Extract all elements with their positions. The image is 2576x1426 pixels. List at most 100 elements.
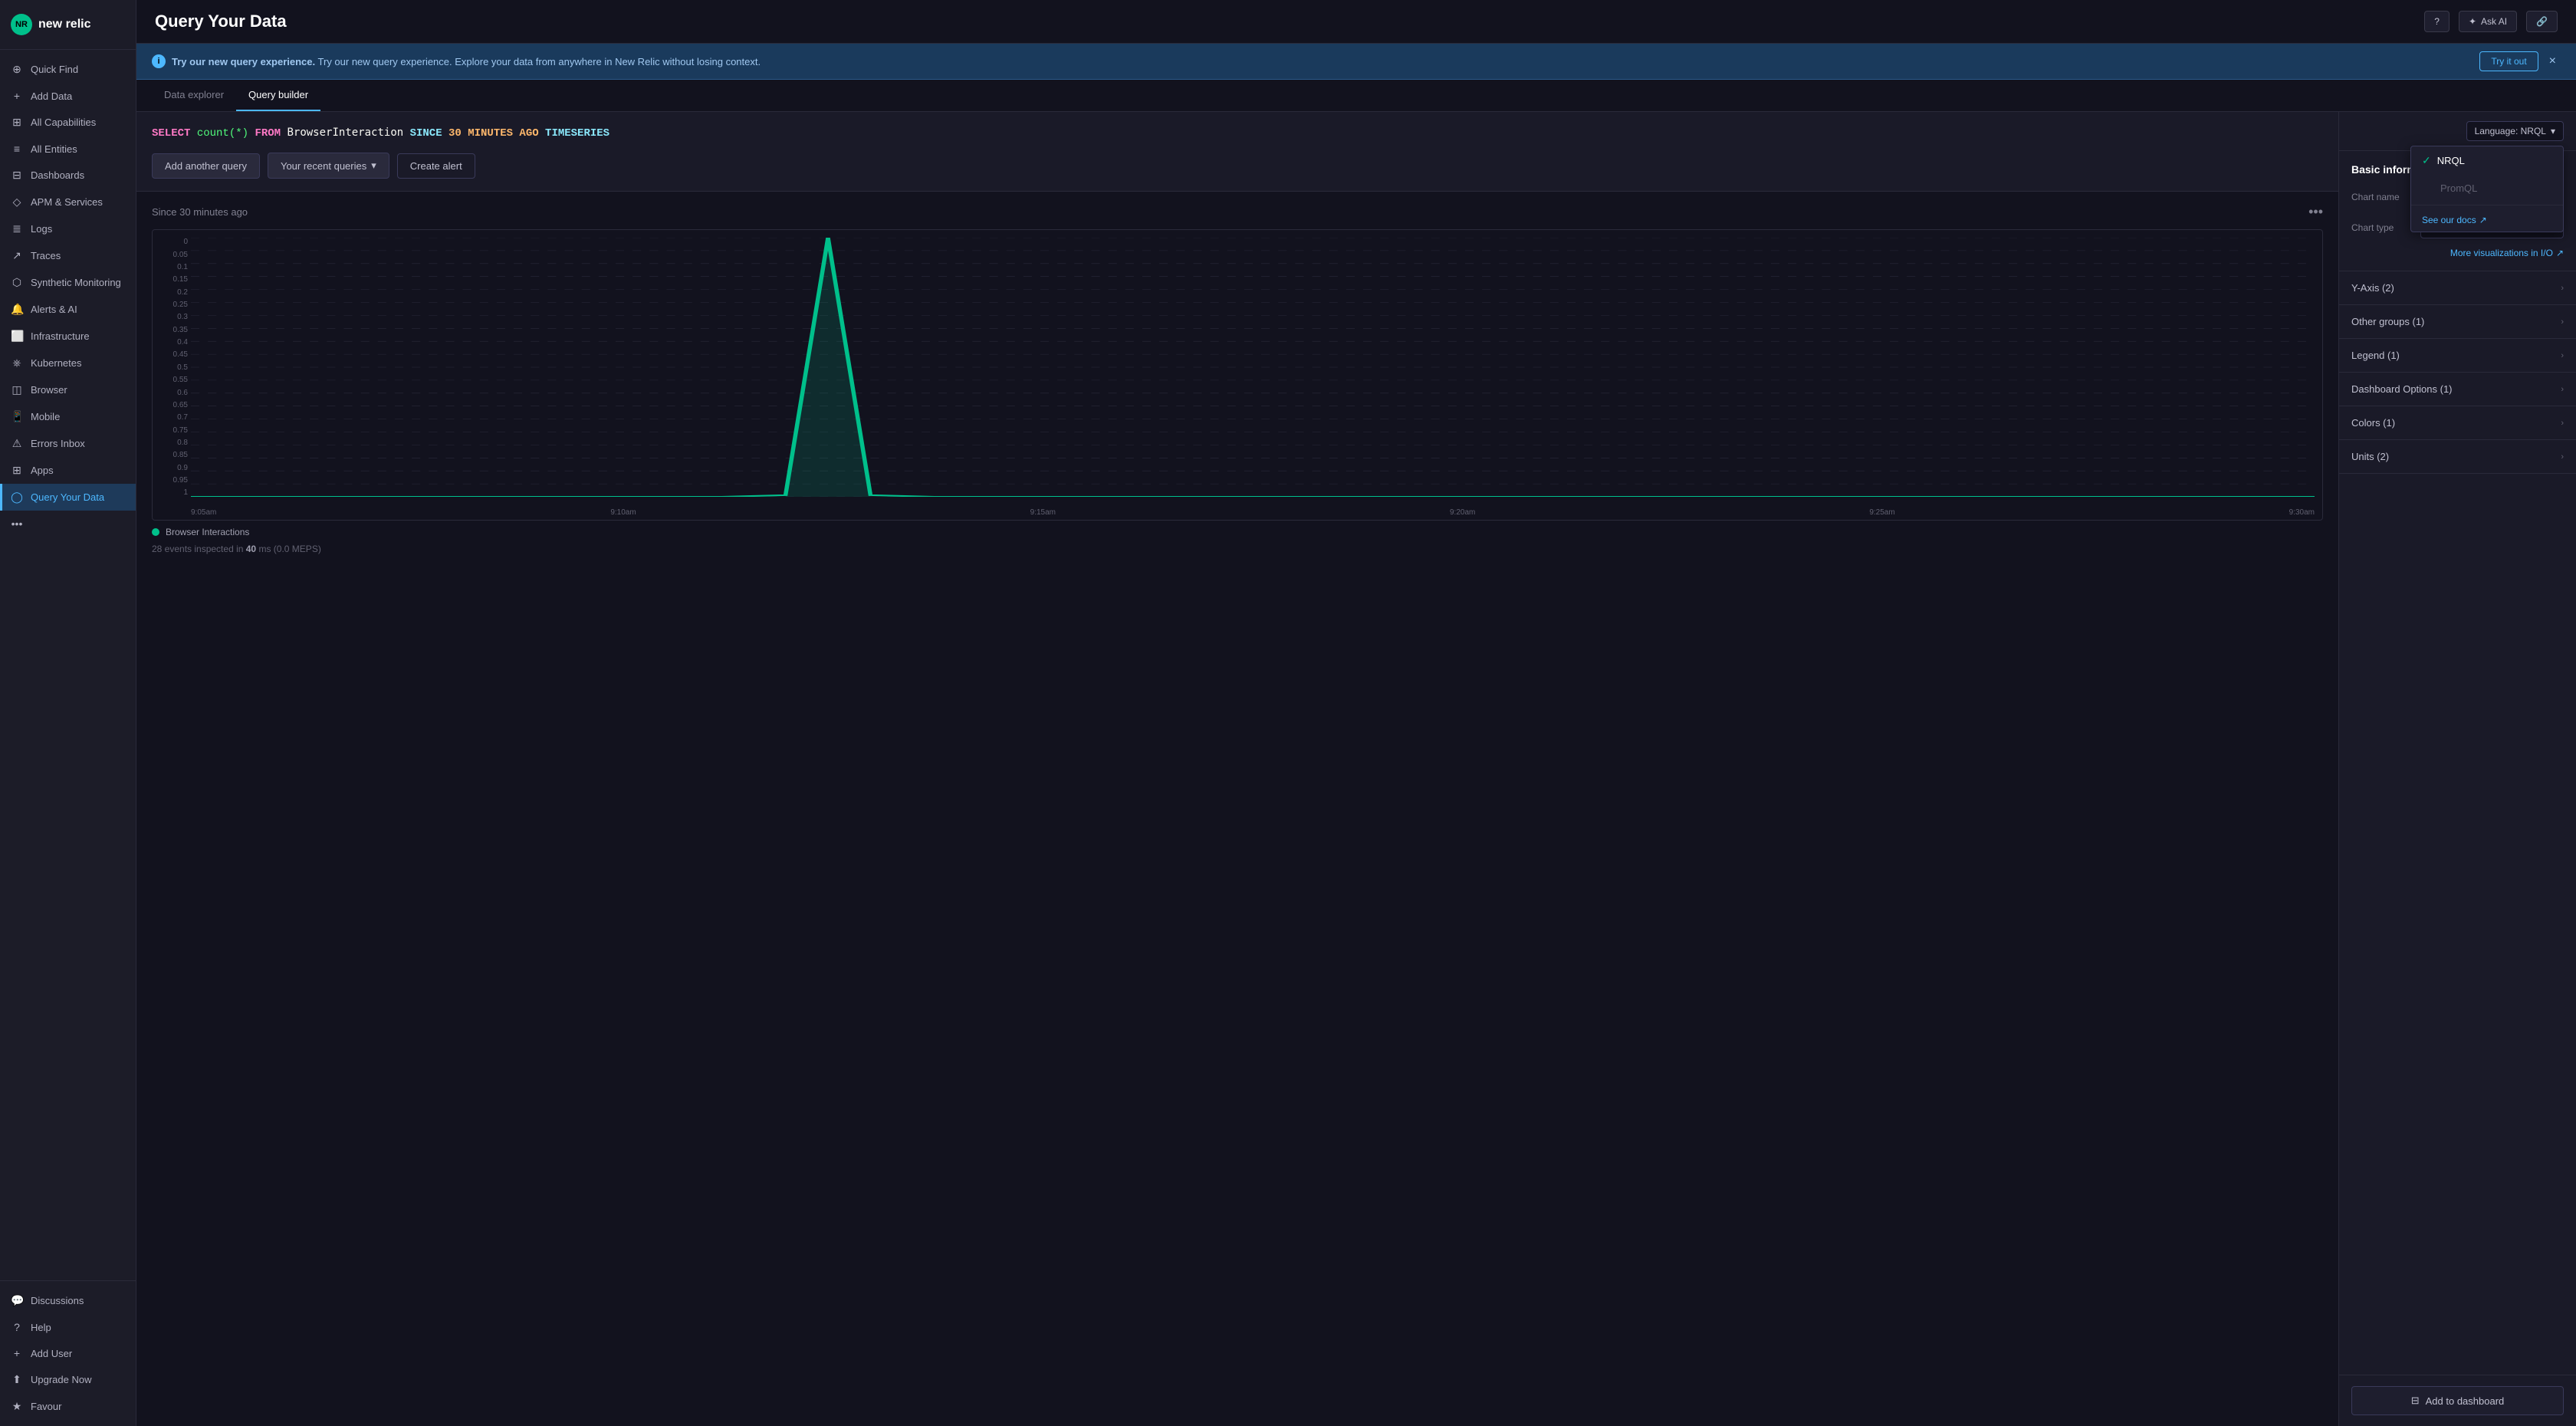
- chart-legend: Browser Interactions: [152, 527, 2323, 537]
- nav-label-browser: Browser: [31, 384, 67, 396]
- x-axis-labels: 9:05am 9:10am 9:15am 9:20am 9:25am 9:30a…: [191, 508, 2315, 517]
- section-header-other-groups[interactable]: Other groups (1) ›: [2339, 305, 2576, 338]
- sidebar-item-kubernetes[interactable]: ⎈ Kubernetes: [0, 350, 136, 376]
- sidebar-item-upgrade-now[interactable]: ⬆ Upgrade Now: [0, 1366, 136, 1393]
- section-header-legend[interactable]: Legend (1) ›: [2339, 339, 2576, 372]
- sidebar-item-errors-inbox[interactable]: ⚠ Errors Inbox: [0, 430, 136, 457]
- section-header-dashboard-options[interactable]: Dashboard Options (1) ›: [2339, 373, 2576, 406]
- section-dashboard-options: Dashboard Options (1) ›: [2339, 373, 2576, 406]
- nav-label-all-entities: All Entities: [31, 143, 77, 155]
- header-actions: ? ✦ Ask AI 🔗: [2424, 11, 2558, 32]
- nav-icon-query-your-data: ◯: [11, 491, 23, 504]
- chevron-right-icon: ›: [2561, 452, 2564, 462]
- chevron-down-icon: ▾: [371, 159, 376, 172]
- query-text[interactable]: SELECT count(*) FROM BrowserInteraction …: [152, 124, 2323, 142]
- bottom-icon-upgrade-now: ⬆: [11, 1373, 23, 1386]
- section-label-colors: Colors (1): [2351, 417, 2395, 429]
- nav-icon-dashboards: ⊟: [11, 169, 23, 182]
- ask-ai-label: Ask AI: [2481, 16, 2507, 27]
- keyword-since: SINCE: [410, 127, 442, 140]
- sidebar-more[interactable]: •••: [0, 511, 136, 537]
- sidebar-item-logs[interactable]: ≣ Logs: [0, 215, 136, 242]
- viz-link[interactable]: More visualizations in I/O ↗: [2351, 248, 2564, 258]
- create-alert-button[interactable]: Create alert: [397, 153, 475, 179]
- nav-icon-logs: ≣: [11, 222, 23, 235]
- sidebar-item-alerts-ai[interactable]: 🔔 Alerts & AI: [0, 296, 136, 323]
- language-selector[interactable]: Language: NRQL ▾: [2466, 121, 2564, 141]
- nav-icon-kubernetes: ⎈: [11, 356, 23, 370]
- chart-wrapper: 1 0.95 0.9 0.85 0.8 0.75 0.7 0.65 0.6 0.…: [152, 229, 2323, 521]
- sidebar-item-traces[interactable]: ↗ Traces: [0, 242, 136, 269]
- query-section: SELECT count(*) FROM BrowserInteraction …: [136, 112, 2338, 1426]
- ask-ai-button[interactable]: ✦ Ask AI: [2459, 11, 2517, 32]
- section-other-groups: Other groups (1) ›: [2339, 305, 2576, 339]
- banner-close-button[interactable]: ×: [2545, 53, 2561, 70]
- bottom-label-add-user: Add User: [31, 1348, 72, 1359]
- banner-left: i Try our new query experience. Try our …: [152, 54, 761, 68]
- nav-label-errors-inbox: Errors Inbox: [31, 438, 85, 449]
- link-icon: 🔗: [2536, 16, 2548, 27]
- sidebar-item-add-user[interactable]: + Add User: [0, 1340, 136, 1366]
- section-legend: Legend (1) ›: [2339, 339, 2576, 373]
- banner-cta: Try it out ×: [2479, 51, 2561, 71]
- query-actions: Add another query Your recent queries ▾ …: [152, 153, 2323, 179]
- section-colors: Colors (1) ›: [2339, 406, 2576, 440]
- nav-label-apm-services: APM & Services: [31, 196, 103, 208]
- nav-icon-apm-services: ◇: [11, 196, 23, 209]
- banner-text: Try our new query experience. Try our ne…: [172, 56, 761, 67]
- see-docs-link[interactable]: See our docs ↗: [2411, 209, 2563, 232]
- sidebar-item-apm-services[interactable]: ◇ APM & Services: [0, 189, 136, 215]
- link-button[interactable]: 🔗: [2526, 11, 2558, 32]
- sidebar-item-quick-find[interactable]: ⊕ Quick Find: [0, 56, 136, 83]
- tab-query-builder[interactable]: Query builder: [236, 80, 320, 111]
- section-units: Units (2) ›: [2339, 440, 2576, 474]
- try-out-button[interactable]: Try it out: [2479, 51, 2538, 71]
- bottom-icon-add-user: +: [11, 1347, 23, 1359]
- sidebar-item-add-data[interactable]: + Add Data: [0, 83, 136, 109]
- tab-data-explorer[interactable]: Data explorer: [152, 80, 236, 111]
- sidebar-item-synthetic-monitoring[interactable]: ⬡ Synthetic Monitoring: [0, 269, 136, 296]
- legend-label: Browser Interactions: [166, 527, 249, 537]
- section-label-dashboard-options: Dashboard Options (1): [2351, 383, 2453, 395]
- nrql-label: NRQL: [2437, 155, 2465, 166]
- add-query-button[interactable]: Add another query: [152, 153, 260, 179]
- sidebar-item-discussions[interactable]: 💬 Discussions: [0, 1287, 136, 1314]
- nav-label-query-your-data: Query Your Data: [31, 491, 104, 503]
- keyword-timeseries: TIMESERIES: [545, 127, 610, 140]
- add-to-dashboard-button[interactable]: ⊟ Add to dashboard: [2351, 1386, 2564, 1415]
- bottom-label-help: Help: [31, 1322, 51, 1333]
- help-button[interactable]: ?: [2424, 11, 2450, 32]
- sidebar-item-apps[interactable]: ⊞ Apps: [0, 457, 136, 484]
- section-header-units[interactable]: Units (2) ›: [2339, 440, 2576, 473]
- nav-icon-add-data: +: [11, 90, 23, 102]
- banner-description: Try our new query experience. Explore yo…: [318, 56, 761, 67]
- sidebar-item-favour[interactable]: ★ Favour: [0, 1393, 136, 1420]
- nav-icon-traces: ↗: [11, 249, 23, 262]
- section-label-units: Units (2): [2351, 451, 2389, 462]
- sidebar-item-help[interactable]: ? Help: [0, 1314, 136, 1340]
- viz-link-label: More visualizations in I/O: [2450, 248, 2553, 258]
- lang-option-nrql[interactable]: ✓ NRQL: [2411, 146, 2563, 175]
- section-header-colors[interactable]: Colors (1) ›: [2339, 406, 2576, 439]
- nav-label-alerts-ai: Alerts & AI: [31, 304, 77, 315]
- chart-more-button[interactable]: •••: [2308, 204, 2323, 220]
- lang-option-promql[interactable]: PromQL: [2411, 175, 2563, 202]
- logo-text: new relic: [38, 18, 90, 31]
- sidebar-item-dashboards[interactable]: ⊟ Dashboards: [0, 162, 136, 189]
- nav-icon-all-entities: ≡: [11, 143, 23, 155]
- chart-svg: [191, 238, 2315, 497]
- sidebar-item-all-capabilities[interactable]: ⊞ All Capabilities: [0, 109, 136, 136]
- section-header-y-axis[interactable]: Y-Axis (2) ›: [2339, 271, 2576, 304]
- sidebar-item-query-your-data[interactable]: ◯ Query Your Data: [0, 484, 136, 511]
- stats-time: 40: [246, 544, 256, 554]
- promql-label: PromQL: [2440, 182, 2477, 194]
- recent-queries-button[interactable]: Your recent queries ▾: [268, 153, 389, 179]
- logo: NR new relic: [0, 0, 136, 50]
- sidebar-item-all-entities[interactable]: ≡ All Entities: [0, 136, 136, 162]
- legend-color-dot: [152, 528, 159, 536]
- nav-label-dashboards: Dashboards: [31, 169, 84, 181]
- bottom-label-upgrade-now: Upgrade Now: [31, 1374, 92, 1385]
- sidebar-item-browser[interactable]: ◫ Browser: [0, 376, 136, 403]
- sidebar-item-mobile[interactable]: 📱 Mobile: [0, 403, 136, 430]
- sidebar-item-infrastructure[interactable]: ⬜ Infrastructure: [0, 323, 136, 350]
